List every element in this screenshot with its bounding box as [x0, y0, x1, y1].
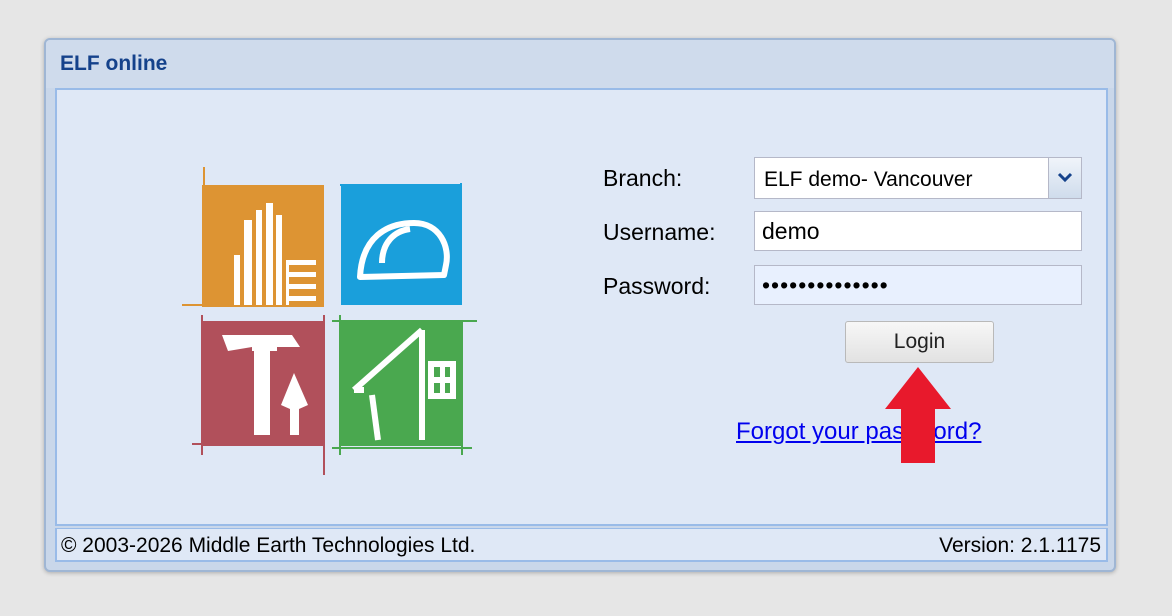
username-label: Username:: [603, 219, 716, 245]
window-titlebar: ELF online: [46, 40, 1114, 88]
login-panel: Branch: ELF demo- Vancouver Username: de…: [55, 88, 1108, 526]
branch-select-value: ELF demo- Vancouver: [764, 168, 973, 191]
username-field[interactable]: demo: [754, 211, 1082, 251]
login-window: ELF online Branch: ELF demo- Vancouver U…: [44, 38, 1116, 572]
branch-select[interactable]: ELF demo- Vancouver: [754, 157, 1082, 199]
window-title: ELF online: [60, 52, 168, 75]
login-button[interactable]: Login: [845, 321, 994, 363]
red-up-arrow-icon: [885, 367, 951, 463]
login-form: Branch: ELF demo- Vancouver Username: de…: [57, 90, 1106, 524]
copyright-text: © 2003-2026 Middle Earth Technologies Lt…: [61, 534, 476, 557]
version-text: Version: 2.1.1175: [939, 534, 1101, 557]
chevron-down-icon: [1057, 172, 1073, 183]
password-label: Password:: [603, 273, 711, 299]
password-field[interactable]: ••••••••••••••: [754, 265, 1082, 305]
branch-label: Branch:: [603, 165, 683, 191]
status-footer: © 2003-2026 Middle Earth Technologies Lt…: [55, 528, 1108, 562]
branch-dropdown-trigger[interactable]: [1048, 158, 1081, 198]
